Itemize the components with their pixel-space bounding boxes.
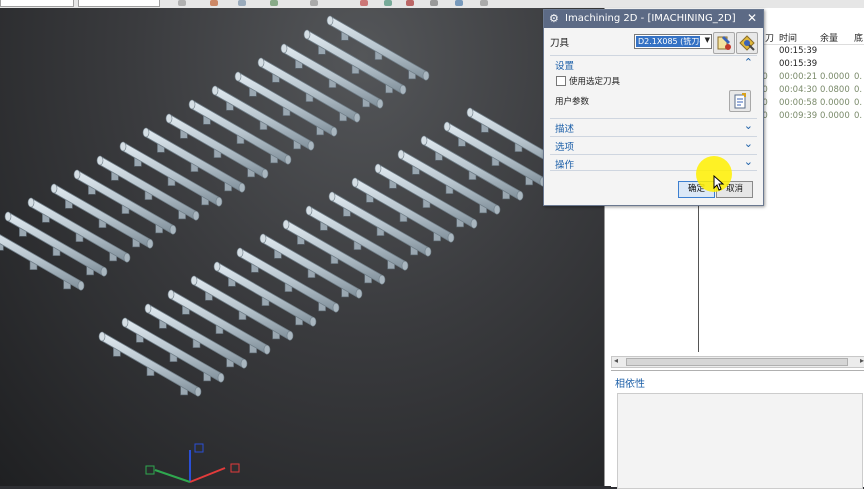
toolbar-icon[interactable] xyxy=(480,0,488,6)
toolbar-icon[interactable] xyxy=(270,0,278,6)
tool-library-button[interactable] xyxy=(736,32,758,54)
chevron-down-icon[interactable]: ⌄ xyxy=(744,119,753,132)
toolbar-icon[interactable] xyxy=(406,0,414,6)
gear-icon: ⚙ xyxy=(549,12,559,25)
col-time-header[interactable]: 时间 xyxy=(779,31,797,44)
cell-stock: 0.0800 xyxy=(820,85,850,95)
dependency-panel: 相依性 xyxy=(611,370,864,489)
scroll-right-icon[interactable]: ▸ xyxy=(860,356,864,365)
coordinate-axes xyxy=(145,443,240,483)
tool-select-value: D2.1X085 (铣刀- xyxy=(636,36,700,47)
scrollbar-thumb[interactable] xyxy=(626,358,848,366)
toolbar-icon[interactable] xyxy=(178,0,186,6)
cell-bottom: 0. xyxy=(854,72,863,82)
mouse-cursor-icon xyxy=(713,175,725,191)
options-header: 选项 xyxy=(555,142,575,153)
tool-edit-icon xyxy=(717,36,731,50)
cell-time: 00:00:58 xyxy=(779,98,818,108)
chevron-down-icon[interactable]: ⌄ xyxy=(744,155,753,168)
toolbar-icon[interactable] xyxy=(430,0,438,6)
toolbar-icon[interactable] xyxy=(384,0,392,6)
scroll-left-icon[interactable]: ◂ xyxy=(614,356,618,365)
cell-time: 00:00:21 xyxy=(779,72,818,82)
col-tool-header[interactable]: 刀 xyxy=(765,31,774,44)
chevron-up-icon[interactable]: ⌃ xyxy=(744,56,753,69)
settings-section-header[interactable]: 设置 ⌃ xyxy=(550,55,757,72)
cell-bottom: 0. xyxy=(854,111,863,121)
chevron-down-icon[interactable]: ⌄ xyxy=(744,137,753,150)
part-model-view xyxy=(0,15,570,483)
description-section[interactable]: 描述 ⌄ xyxy=(550,118,757,135)
chevron-down-icon[interactable]: ▼ xyxy=(705,36,710,44)
col-bottom-header[interactable]: 底 xyxy=(854,31,863,44)
tool-library-icon xyxy=(739,35,755,51)
options-section[interactable]: 选项 ⌄ xyxy=(550,136,757,153)
toolbar-icon[interactable] xyxy=(238,0,246,6)
toolbar-icon[interactable] xyxy=(210,0,218,6)
toolbar-icon[interactable] xyxy=(360,0,368,6)
cell-stock: 0.0000 xyxy=(820,111,850,121)
filter-combo[interactable] xyxy=(78,0,160,7)
toolbar-icon[interactable] xyxy=(455,0,463,6)
close-icon[interactable]: ✕ xyxy=(747,11,757,25)
cell-stock: 0.0000 xyxy=(820,98,850,108)
actions-header: 操作 xyxy=(555,160,575,171)
cell-stock: 0.0000 xyxy=(820,72,850,82)
dependency-title[interactable]: 相依性 xyxy=(615,375,645,390)
cell-bottom: 0. xyxy=(854,85,863,95)
tool-label: 刀具 xyxy=(550,38,570,49)
description-header: 描述 xyxy=(555,124,575,135)
dialog-title: Imachining 2D - [IMACHINING_2D] xyxy=(565,13,736,24)
cell-time: 00:15:39 xyxy=(779,46,818,56)
settings-header: 设置 xyxy=(555,61,575,72)
horizontal-scrollbar[interactable]: ◂ ▸ xyxy=(611,356,864,368)
use-selected-tool-checkbox[interactable] xyxy=(556,76,566,86)
user-params-label: 用户参数 xyxy=(555,97,590,107)
toolbar-combo[interactable] xyxy=(0,0,74,7)
dialog-titlebar[interactable]: ⚙ Imachining 2D - [IMACHINING_2D] ✕ xyxy=(544,10,763,28)
machined-part xyxy=(0,15,570,397)
cell-time: 00:04:30 xyxy=(779,85,818,95)
cell-time: 00:09:39 xyxy=(779,111,818,121)
dependency-content xyxy=(617,393,863,489)
col-stock-header[interactable]: 余量 xyxy=(820,31,838,44)
tool-edit-button[interactable] xyxy=(713,32,735,54)
cell-time: 00:15:39 xyxy=(779,59,818,69)
cell-bottom: 0. xyxy=(854,98,863,108)
graphics-viewport[interactable] xyxy=(0,8,604,486)
tool-select[interactable]: D2.1X085 (铣刀- ▼ xyxy=(634,34,712,49)
use-selected-tool-label: 使用选定刀具 xyxy=(569,77,621,87)
user-params-button[interactable] xyxy=(729,90,751,112)
user-params-icon xyxy=(734,93,746,109)
toolbar-icon[interactable] xyxy=(310,0,318,6)
